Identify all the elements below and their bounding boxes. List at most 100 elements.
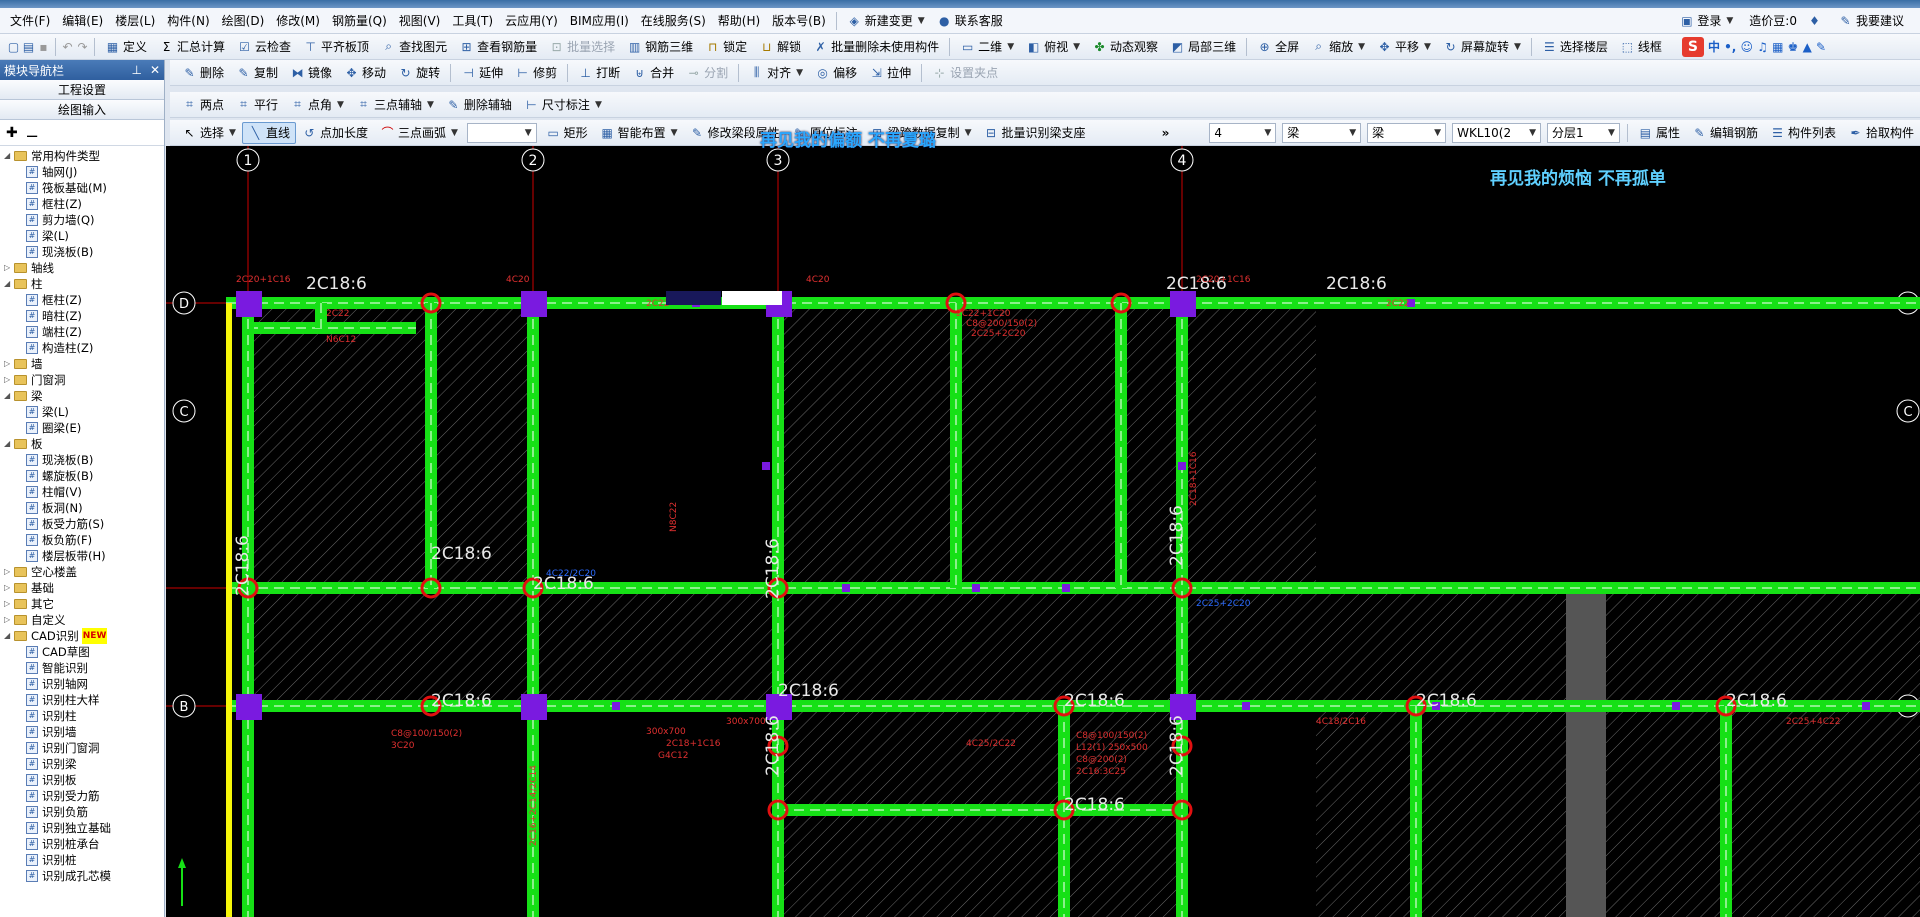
tree-item[interactable]: # 识别柱大样 bbox=[4, 692, 164, 708]
tree-folder[interactable]: ◢ 柱 bbox=[4, 276, 164, 292]
tree-item[interactable]: # CAD草图 bbox=[4, 644, 164, 660]
menu-online[interactable]: 在线服务(S) bbox=[635, 8, 712, 34]
wireframe-button[interactable]: ⬚ 线框 bbox=[1614, 36, 1668, 58]
screen-rotate-button[interactable]: ↻ 屏幕旋转 ▼ bbox=[1437, 36, 1527, 58]
tree-item[interactable]: # 板洞(N) bbox=[4, 500, 164, 516]
tree-item[interactable]: # 识别墙 bbox=[4, 724, 164, 740]
tree-folder[interactable]: ◢ CAD识别 NEW bbox=[4, 628, 164, 644]
lock-button[interactable]: ⊓ 锁定 bbox=[699, 36, 753, 58]
tree-item[interactable]: # 楼层板带(H) bbox=[4, 548, 164, 564]
tree-item[interactable]: # 识别轴网 bbox=[4, 676, 164, 692]
tree-folder[interactable]: ▷ 轴线 bbox=[4, 260, 164, 276]
new-file-icon[interactable]: ▢ bbox=[6, 39, 21, 54]
tree-item[interactable]: # 识别负筋 bbox=[4, 804, 164, 820]
tree-item[interactable]: # 梁(L) bbox=[4, 404, 164, 420]
arc-mode-select[interactable]: ▼ bbox=[466, 122, 537, 143]
tree-item[interactable]: # 识别受力筋 bbox=[4, 788, 164, 804]
view-rebar-quantity-button[interactable]: ⊞ 查看钢筋量 bbox=[453, 36, 543, 58]
edit-rebar-button[interactable]: ✎ 编辑钢筋 bbox=[1686, 122, 1764, 144]
align-slab-top-button[interactable]: ⊤ 平齐板顶 bbox=[297, 36, 375, 58]
tree-item[interactable]: # 识别桩 bbox=[4, 852, 164, 868]
tree-folder[interactable]: ◢ 板 bbox=[4, 436, 164, 452]
offset-button[interactable]: ◎ 偏移 bbox=[809, 62, 863, 84]
element-select[interactable]: WKL10(2 ▼ bbox=[1452, 122, 1542, 143]
tree-folder[interactable]: ◢ 常用构件类型 bbox=[4, 148, 164, 164]
tree-item[interactable]: # 识别板 bbox=[4, 772, 164, 788]
menu-tools[interactable]: 工具(T) bbox=[446, 8, 499, 34]
toolbar-overflow-icon[interactable]: » bbox=[1162, 126, 1170, 140]
expand-arrow-icon[interactable]: ▷ bbox=[4, 612, 14, 628]
menu-cloud[interactable]: 云应用(Y) bbox=[499, 8, 564, 34]
tree-item[interactable]: # 现浇板(B) bbox=[4, 244, 164, 260]
copy-button[interactable]: ✎ 复制 bbox=[230, 62, 284, 84]
new-change-button[interactable]: ◈ 新建变更 ▼ bbox=[841, 10, 931, 32]
menu-help[interactable]: 帮助(H) bbox=[712, 8, 766, 34]
menu-bim[interactable]: BIM应用(I) bbox=[564, 8, 635, 34]
menu-draw[interactable]: 绘图(D) bbox=[216, 8, 271, 34]
pin-icon[interactable]: ⊥ bbox=[131, 63, 141, 77]
unlock-button[interactable]: ⊔ 解锁 bbox=[753, 36, 807, 58]
login-button[interactable]: ▣ 登录 ▼ bbox=[1673, 10, 1739, 32]
expand-arrow-icon[interactable]: ▷ bbox=[4, 260, 14, 276]
tree-folder[interactable]: ◢ 梁 bbox=[4, 388, 164, 404]
align-button[interactable]: ⫼ 对齐 ▼ bbox=[743, 62, 809, 84]
tree-item[interactable]: # 剪力墙(Q) bbox=[4, 212, 164, 228]
point-angle-button[interactable]: ⌗ 点角 ▼ bbox=[284, 94, 350, 116]
expand-arrow-icon[interactable]: ▷ bbox=[4, 372, 14, 388]
property-button[interactable]: ▤ 属性 bbox=[1632, 122, 1686, 144]
tree-item[interactable]: # 识别门窗洞 bbox=[4, 740, 164, 756]
tree-item[interactable]: # 筏板基础(M) bbox=[4, 180, 164, 196]
menu-modify[interactable]: 修改(M) bbox=[270, 8, 326, 34]
ime-mode-icon[interactable]: 中 •, ☺ ♫ ▦ ♚ ▲ ✎ bbox=[1708, 38, 1826, 55]
tree-item[interactable]: # 板受力筋(S) bbox=[4, 516, 164, 532]
cad-drawing[interactable]: 1234DDCCBB2C18:62C18:62C18:62C18:62C18:6… bbox=[166, 146, 1920, 917]
collapse-arrow-icon[interactable]: ◢ bbox=[4, 436, 14, 452]
tree-folder[interactable]: ▷ 自定义 bbox=[4, 612, 164, 628]
extend-button[interactable]: ⊣ 延伸 bbox=[455, 62, 509, 84]
tree-item[interactable]: # 端柱(Z) bbox=[4, 324, 164, 340]
batch-identify-support-button[interactable]: ⊟ 批量识别梁支座 bbox=[978, 122, 1092, 144]
local-3d-button[interactable]: ◩ 局部三维 bbox=[1164, 36, 1242, 58]
menu-component[interactable]: 构件(N) bbox=[161, 8, 215, 34]
component-list-button[interactable]: ☰ 构件列表 bbox=[1764, 122, 1842, 144]
three-point-axis-button[interactable]: ⌗ 三点辅轴 ▼ bbox=[350, 94, 440, 116]
pick-component-button[interactable]: ✒ 拾取构件 bbox=[1842, 122, 1920, 144]
define-button[interactable]: ▦ 定义 bbox=[99, 36, 153, 58]
batch-select-button[interactable]: ⊡ 批量选择 bbox=[543, 36, 621, 58]
collapse-arrow-icon[interactable]: ◢ bbox=[4, 388, 14, 404]
fullscreen-button[interactable]: ⊕ 全屏 bbox=[1251, 36, 1305, 58]
mirror-button[interactable]: ⧓ 镜像 bbox=[284, 62, 338, 84]
expand-arrow-icon[interactable]: ▷ bbox=[4, 596, 14, 612]
collapse-arrow-icon[interactable]: ◢ bbox=[4, 628, 14, 644]
layer-select[interactable]: 分层1 ▼ bbox=[1547, 122, 1620, 143]
tree-folder[interactable]: ▷ 空心楼盖 bbox=[4, 564, 164, 580]
tree-item[interactable]: # 现浇板(B) bbox=[4, 452, 164, 468]
suggest-button[interactable]: ✎ 我要建议 bbox=[1832, 10, 1910, 32]
menu-rebar-quantity[interactable]: 钢筋量(Q) bbox=[326, 8, 393, 34]
tree-item[interactable]: # 构造柱(Z) bbox=[4, 340, 164, 356]
menu-version[interactable]: 版本号(B) bbox=[766, 8, 832, 34]
tree-item[interactable]: # 螺旋板(B) bbox=[4, 468, 164, 484]
drawing-input-button[interactable]: 绘图输入 bbox=[0, 100, 164, 120]
find-element-button[interactable]: ⌕ 查找图元 bbox=[375, 36, 453, 58]
dimension-button[interactable]: ⊢ 尺寸标注 ▼ bbox=[518, 94, 608, 116]
collapse-arrow-icon[interactable]: ◢ bbox=[4, 276, 14, 292]
point-length-button[interactable]: ↺ 点加长度 bbox=[296, 122, 374, 144]
select-floor-button[interactable]: ☰ 选择楼层 bbox=[1536, 36, 1614, 58]
floor-select[interactable]: 4 ▼ bbox=[1209, 122, 1277, 143]
tree-item[interactable]: # 智能识别 bbox=[4, 660, 164, 676]
rectangle-button[interactable]: ▭ 矩形 bbox=[540, 122, 594, 144]
trim-button[interactable]: ⊢ 修剪 bbox=[509, 62, 563, 84]
tree-item[interactable]: # 识别柱 bbox=[4, 708, 164, 724]
collapse-all-icon[interactable]: ⚊ bbox=[26, 125, 39, 141]
select-button[interactable]: ↖ 选择 ▼ bbox=[176, 122, 242, 144]
expand-arrow-icon[interactable]: ▷ bbox=[4, 564, 14, 580]
cad-canvas[interactable]: 1234DDCCBB2C18:62C18:62C18:62C18:62C18:6… bbox=[166, 146, 1920, 917]
type1-select[interactable]: 梁 ▼ bbox=[1282, 122, 1362, 143]
collapse-arrow-icon[interactable]: ◢ bbox=[4, 148, 14, 164]
cloud-check-button[interactable]: ☑ 云检查 bbox=[231, 36, 297, 58]
smart-layout-button[interactable]: ▦ 智能布置 ▼ bbox=[594, 122, 684, 144]
line-button[interactable]: ╲ 直线 bbox=[241, 121, 296, 144]
type2-select[interactable]: 梁 ▼ bbox=[1367, 122, 1447, 143]
three-point-arc-button[interactable]: ⌒ 三点画弧 ▼ bbox=[374, 122, 464, 144]
